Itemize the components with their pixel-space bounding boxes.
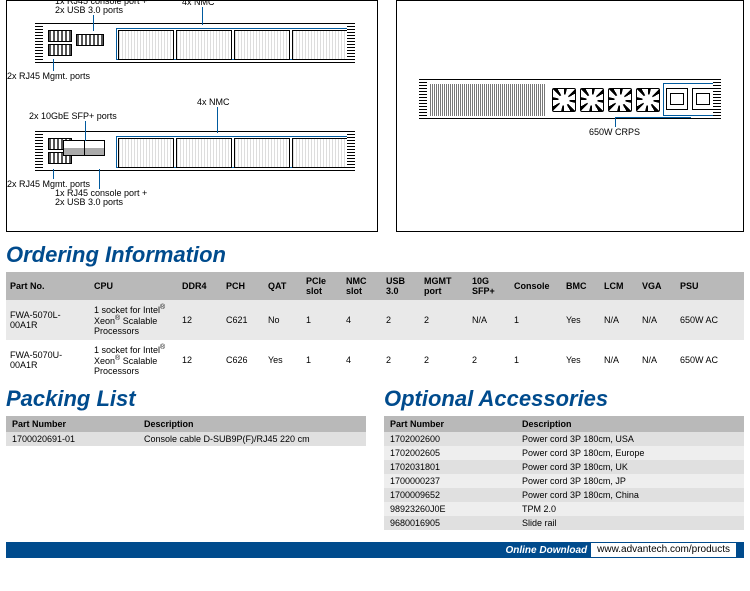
footer-bar: Online Download www.advantech.com/produc… [6,542,744,558]
fan-icon [636,88,660,112]
sfp-ports-icon [63,140,105,156]
mgmt-label: 2x RJ45 Mgmt. ports [7,71,90,81]
chassis-rear [419,79,721,119]
fan-icon [580,88,604,112]
grill-icon [430,84,546,116]
diagram-row: 4x NMC 1x RJ45 console port + 2x USB 3.0… [6,0,744,232]
console-usb-label: 1x RJ45 console port + 2x USB 3.0 ports [55,189,147,207]
table-row: 1700020691-01 Console cable D-SUB9P(F)/R… [6,432,366,446]
diagram-rear: 650W CRPS [396,0,744,232]
psu-highlight-icon [663,83,717,116]
accessories-table: Part Number Description 1702002600Power … [384,416,744,530]
table-row: 1700009652Power cord 3P 180cm, China [384,488,744,502]
nmc-label: 4x NMC [197,97,230,107]
fan-icon [552,88,576,112]
ordering-table: Part No. CPU DDR4 PCH QAT PCIe slot NMC … [6,272,744,380]
table-row: 1700000237Power cord 3P 180cm, JP [384,474,744,488]
nmc-slot-icon [118,138,174,168]
table-row: 9680016905Slide rail [384,516,744,530]
table-row: FWA-5070L-00A1R 1 socket for Intel® Xeon… [6,300,744,340]
mgmt-ports-icon [48,30,72,42]
nmc-slot-icon [234,30,290,60]
download-url: www.advantech.com/products [591,543,736,557]
mgmt-ports-icon [48,44,72,56]
packing-table: Part Number Description 1700020691-01 Co… [6,416,366,446]
nmc-label: 4x NMC [182,0,215,7]
ordering-heading: Ordering Information [6,242,744,268]
fan-icon [608,88,632,112]
accessories-heading: Optional Accessories [384,386,744,412]
diagram-front: 4x NMC 1x RJ45 console port + 2x USB 3.0… [6,0,378,232]
chassis-top [35,23,355,63]
console-usb-label: 1x RJ45 console port + 2x USB 3.0 ports [55,0,147,15]
nmc-slot-icon [118,30,174,60]
nmc-slot-icon [292,30,348,60]
download-label: Online Download [505,545,587,556]
packing-heading: Packing List [6,386,366,412]
table-row: 1702002600Power cord 3P 180cm, USA [384,432,744,446]
table-header-row: Part Number Description [6,416,366,432]
nmc-slot-icon [234,138,290,168]
sfp-label: 2x 10GbE SFP+ ports [29,111,117,121]
nmc-slot-icon [176,138,232,168]
table-row: FWA-5070U-00A1R 1 socket for Intel® Xeon… [6,340,744,380]
table-header-row: Part No. CPU DDR4 PCH QAT PCIe slot NMC … [6,272,744,300]
psu-label: 650W CRPS [589,127,640,137]
nmc-slot-icon [176,30,232,60]
nmc-slot-icon [292,138,348,168]
table-row: 98923260J0ETPM 2.0 [384,502,744,516]
usb-ports-icon [76,34,104,46]
table-header-row: Part Number Description [384,416,744,432]
table-row: 1702002605Power cord 3P 180cm, Europe [384,446,744,460]
table-row: 1702031801Power cord 3P 180cm, UK [384,460,744,474]
